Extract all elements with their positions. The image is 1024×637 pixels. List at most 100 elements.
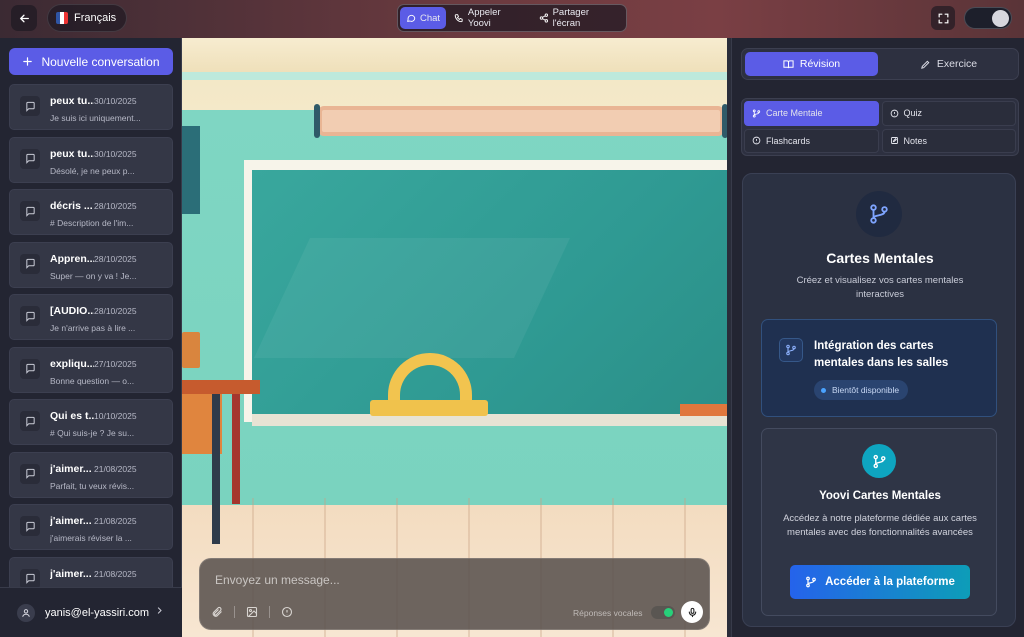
subtab-notes[interactable]: Notes [881,128,1016,153]
platform-description: Accédez à notre plateforme dédiée aux ca… [783,513,977,538]
mode-share-button[interactable]: Partager l'écran [533,7,624,29]
mind-map-card: Cartes Mentales Créez et visualisez vos … [742,173,1016,627]
paperclip-icon [212,606,222,617]
conversation-list: peux tu... 30/10/2025 Je suis ici unique… [9,84,173,609]
git-branch-icon [862,444,896,478]
subtab-carte-mentale-label: Carte Mentale [766,108,823,119]
theme-toggle[interactable] [964,7,1012,29]
conversation-item[interactable]: j'aimer... 21/08/2025 j'aimerais réviser… [9,504,173,550]
image-icon [246,606,258,618]
mode-call-label: Appeler Yoovi [467,7,501,29]
git-branch-icon [752,109,761,118]
plus-icon [23,57,33,66]
subtab-flashcards[interactable]: Flashcards [744,128,879,153]
voice-replies-label: Réponses vocales [573,608,643,618]
conversation-date: 28/10/2025 [94,201,137,211]
voice-replies-toggle[interactable] [651,606,675,619]
conversation-date: 21/08/2025 [94,568,137,579]
access-platform-label: Accéder à la plateforme [825,576,955,588]
new-conversation-button[interactable]: Nouvelle conversation [9,48,173,75]
microphone-button[interactable] [681,601,703,623]
message-composer: Envoyez un message... Réponses vocales [199,558,710,630]
conversation-item[interactable]: j'aimer... 21/08/2025 Parfait, tu veux r… [9,451,173,498]
message-square-icon [20,306,40,326]
user-account-button[interactable]: yanis@el-yassiri.com [0,587,182,637]
platform-card: Yoovi Cartes Mentales Accédez à notre pl… [761,428,997,616]
edit-icon [890,137,898,145]
fullscreen-button[interactable] [931,6,955,30]
panel-tabs: Révision Exercice [741,48,1019,80]
conversation-item[interactable]: peux tu... 30/10/2025 Je suis ici unique… [9,84,173,130]
toolbar-divider [234,606,235,618]
mode-chat-button[interactable]: Chat [400,7,447,29]
tab-exercice-label: Exercice [936,58,978,70]
badge-label: Bientôt disponible [832,385,900,395]
wall [182,38,727,72]
image-button[interactable] [245,605,259,619]
conversation-item[interactable]: Appren... 28/10/2025 Super — on y va ! J… [9,241,173,288]
conversation-title: peux tu... [50,147,94,160]
tab-revision[interactable]: Révision [745,52,878,76]
top-bar: Français Chat Appeler Yoovi Partager l'é… [0,0,1024,38]
conversation-title: expliqu... [50,357,94,370]
integration-feature: Intégration des cartes mentales dans les… [761,319,997,417]
projector-screen-roll [314,104,727,138]
sidebar: Nouvelle conversation peux tu... 30/10/2… [0,38,182,637]
language-selector[interactable]: Français [47,4,128,32]
message-square-icon [20,463,40,484]
conversation-title: peux tu... [50,95,94,107]
info-icon [890,109,898,118]
message-square-icon [20,148,40,169]
info-icon [281,606,293,618]
conversation-snippet: Je suis ici uniquement... [50,113,141,123]
revision-panel: Révision Exercice Carte Mentale Quiz Fla… [731,38,1024,637]
microphone-icon [688,607,696,617]
chat-bubble-icon [407,14,416,22]
conversation-title: j'aimer... [50,515,92,527]
info-icon [752,136,761,145]
new-conversation-label: Nouvelle conversation [41,54,160,69]
message-input[interactable]: Envoyez un message... [215,573,340,587]
message-square-icon [20,201,40,221]
conversation-date: 27/10/2025 [94,358,137,369]
attach-button[interactable] [210,605,224,619]
conversation-item[interactable]: [AUDIO... 28/10/2025 Je n'arrive pas à l… [9,294,173,340]
card-title: Cartes Mentales [826,250,934,266]
conversation-title: j'aimer... [50,462,92,475]
conversation-date: 10/10/2025 [94,411,137,421]
coming-soon-badge: Bientôt disponible [814,380,909,400]
moon-icon [992,10,1009,27]
conversation-title: [AUDIO... [50,305,94,317]
desk-leg [232,394,240,504]
conversation-item[interactable]: décris ... 28/10/2025 # Description de l… [9,189,173,235]
mode-call-button[interactable]: Appeler Yoovi [448,7,531,29]
card-subtitle: Créez et visualisez vos cartes mentales … [796,275,964,300]
user-icon [17,603,35,622]
message-square-icon [20,96,40,116]
subtab-notes-label: Notes [903,135,928,146]
language-label: Français [74,12,117,24]
composer-toolbar [210,605,294,619]
back-button[interactable] [11,5,37,31]
subtab-quiz-label: Quiz [903,108,923,119]
info-button[interactable] [280,605,294,619]
subtab-carte-mentale[interactable]: Carte Mentale [744,101,879,126]
access-platform-button[interactable]: Accéder à la plateforme [790,565,970,599]
git-branch-icon [806,576,816,588]
user-email: yanis@el-yassiri.com [45,606,150,619]
git-branch-icon [856,191,902,237]
conversation-date: 30/10/2025 [94,96,137,106]
conversation-item[interactable]: peux tu... 30/10/2025 Désolé, je ne peux… [9,136,173,183]
conversation-snippet: # Qui suis-je ? Je su... [50,428,135,438]
conversation-item[interactable]: expliqu... 27/10/2025 Bonne question — o… [9,346,173,393]
conversation-date: 30/10/2025 [94,148,137,159]
conversation-snippet: Bonne question — o... [50,375,135,386]
subtab-flashcards-label: Flashcards [766,135,811,146]
subtab-quiz[interactable]: Quiz [881,101,1016,126]
git-branch-icon [779,338,803,362]
tab-exercice[interactable]: Exercice [882,52,1015,76]
tab-revision-label: Révision [799,58,841,70]
conversation-item[interactable]: Qui es t... 10/10/2025 # Qui suis-je ? J… [9,399,173,445]
conversation-snippet: Super — on y va ! Je... [50,270,137,281]
chevron-right-icon [157,607,162,614]
